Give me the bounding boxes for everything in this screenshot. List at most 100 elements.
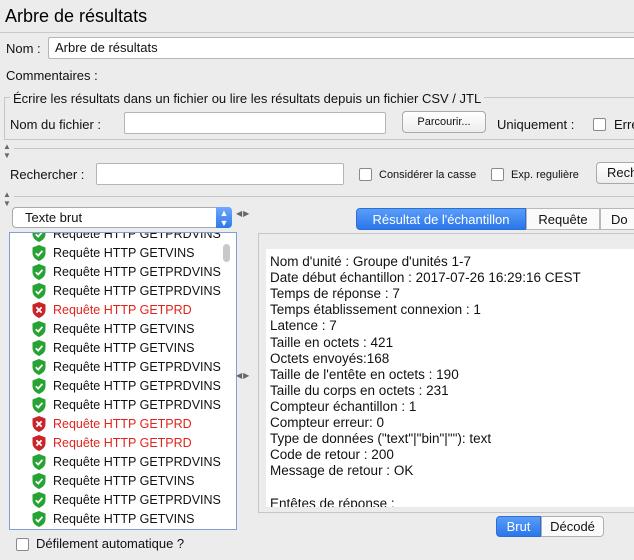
name-label: Nom : — [6, 41, 41, 56]
results-tree[interactable]: Requête HTTP GETPRDVINS Requête HTTP GETV… — [9, 232, 237, 530]
window-title: Arbre de résultats — [5, 6, 148, 26]
success-shield-icon — [32, 491, 53, 508]
tree-item[interactable]: Requête HTTP GETPRDVINS — [32, 490, 221, 509]
result-line: Nom d'unité : Groupe d'unités 1-7 — [270, 254, 472, 269]
tab-response-data[interactable]: Do — [600, 208, 634, 230]
tree-item-label: Requête HTTP GETPRDVINS — [53, 378, 221, 393]
name-input[interactable]: Arbre de résultats — [48, 37, 634, 59]
errors-only-checkbox[interactable] — [593, 118, 606, 131]
tree-item[interactable]: Requête HTTP GETPRDVINS — [32, 395, 221, 414]
decoded-button[interactable]: Décodé — [541, 516, 604, 537]
result-line: Taille de l'entête en octets : 190 — [270, 366, 459, 382]
error-shield-icon — [32, 434, 53, 451]
success-shield-icon — [32, 233, 53, 242]
result-line: Temps de réponse : 7 — [270, 286, 400, 302]
filename-input[interactable] — [124, 112, 386, 134]
tree-item[interactable]: Requête HTTP GETPRDVINS — [32, 232, 221, 243]
tree-item-label: Requête HTTP GETPRDVINS — [53, 359, 221, 374]
tree-item-label: Requête HTTP GETVINS — [53, 473, 195, 488]
success-shield-icon — [32, 263, 53, 280]
result-line: Octets envoyés:168 — [270, 350, 390, 366]
success-shield-icon — [32, 244, 53, 261]
renderer-selected-value: Texte brut — [25, 210, 83, 225]
tab-request[interactable]: Requête — [526, 208, 600, 230]
result-line: Type de données ("text"|"bin"|""): text — [270, 431, 492, 447]
tree-item[interactable]: Requête HTTP GETVINS — [32, 319, 195, 338]
tab-sample-result[interactable]: Résultat de l'échantillon — [356, 208, 526, 230]
renderer-select[interactable]: Texte brut ▲ ▼ — [12, 207, 232, 228]
success-shield-icon — [32, 396, 53, 413]
error-shield-icon — [32, 415, 53, 432]
tree-item-label: Requête HTTP GETPRDVINS — [53, 454, 221, 469]
regex-label: Exp. regulière — [511, 169, 579, 181]
raw-button[interactable]: Brut — [496, 516, 541, 537]
success-shield-icon — [32, 453, 53, 470]
splitter-line-2 — [14, 196, 634, 197]
error-shield-icon — [32, 301, 53, 318]
browse-button[interactable]: Parcourir... — [402, 111, 486, 133]
vertical-splitter-arrows[interactable]: ◀▶ — [236, 210, 250, 218]
success-shield-icon — [32, 320, 53, 337]
sample-result-text[interactable]: Nom d'unité : Groupe d'unités 1-7 Date dé… — [266, 249, 634, 507]
tree-item[interactable]: Requête HTTP GETPRD — [32, 414, 192, 433]
tree-item[interactable]: Requête HTTP GETPRDVINS — [32, 452, 221, 471]
tree-item[interactable]: Requête HTTP GETPRDVINS — [32, 376, 221, 395]
result-line: Latence : 7 — [270, 318, 337, 334]
result-line: Entêtes de réponse : — [270, 495, 395, 508]
errors-only-label: Erre — [614, 117, 634, 132]
comments-input[interactable] — [106, 64, 634, 86]
vertical-splitter-arrows-2[interactable]: ◀▶ — [236, 372, 250, 380]
success-shield-icon — [32, 377, 53, 394]
case-sensitive-checkbox[interactable] — [359, 168, 372, 181]
success-shield-icon — [32, 339, 53, 356]
result-line: Taille en octets : 421 — [270, 334, 394, 350]
comments-label: Commentaires : — [6, 68, 98, 83]
tree-item[interactable]: Requête HTTP GETVINS — [32, 509, 195, 528]
tree-item-label: Requête HTTP GETPRDVINS — [53, 264, 221, 279]
success-shield-icon — [32, 472, 53, 489]
tree-item[interactable]: Requête HTTP GETPRD — [32, 300, 192, 319]
autoscroll-label: Défilement automatique ? — [36, 536, 185, 551]
result-line: Date début échantillon : 2017-07-26 16:2… — [270, 270, 581, 286]
splitter-line — [14, 148, 634, 149]
title-divider — [0, 32, 634, 33]
tree-item[interactable]: Requête HTTP GETVINS — [32, 471, 195, 490]
result-line: Message de retour : OK — [270, 463, 414, 479]
select-arrows-icon: ▲ ▼ — [216, 207, 232, 228]
search-button[interactable]: Rech — [596, 162, 634, 184]
tree-scrollbar-thumb[interactable] — [223, 244, 230, 262]
success-shield-icon — [32, 358, 53, 375]
tree-item-label: Requête HTTP GETPRDVINS — [53, 492, 221, 507]
regex-checkbox[interactable] — [491, 168, 504, 181]
file-group-title: Écrire les résultats dans un fichier ou … — [10, 91, 485, 106]
tree-item-label: Requête HTTP GETVINS — [53, 340, 195, 355]
search-label: Rechercher : — [10, 167, 85, 182]
splitter-arrows[interactable]: ▲ ▼ — [3, 142, 12, 160]
tree-item-label: Requête HTTP GETPRDVINS — [53, 283, 221, 298]
success-shield-icon — [32, 282, 53, 299]
splitter-arrows-2[interactable]: ▲ ▼ — [3, 190, 12, 208]
only-label: Uniquement : — [497, 117, 575, 132]
tree-item[interactable]: Requête HTTP GETPRDVINS — [32, 357, 221, 376]
tree-item-label: Requête HTTP GETPRD — [53, 416, 192, 431]
tree-item[interactable]: Requête HTTP GETPRDVINS — [32, 281, 221, 300]
tree-item-label: Requête HTTP GETPRD — [53, 435, 192, 450]
tree-item[interactable]: Requête HTTP GETPRD — [32, 433, 192, 452]
result-line: Compteur échantillon : 1 — [270, 398, 417, 414]
tree-item-label: Requête HTTP GETPRDVINS — [53, 397, 221, 412]
tree-item-label: Requête HTTP GETVINS — [53, 321, 195, 336]
tree-item-label: Requête HTTP GETVINS — [53, 511, 195, 526]
result-line: Code de retour : 200 — [270, 447, 394, 463]
filename-label: Nom du fichier : — [10, 117, 102, 132]
autoscroll-checkbox[interactable] — [16, 538, 29, 551]
tree-item[interactable]: Requête HTTP GETVINS — [32, 338, 195, 357]
tree-item[interactable]: Requête HTTP GETVINS — [32, 243, 195, 262]
case-sensitive-label: Considérer la casse — [379, 169, 477, 181]
success-shield-icon — [32, 510, 53, 527]
tree-item[interactable]: Requête HTTP GETPRDVINS — [32, 262, 221, 281]
result-line: Taille du corps en octets : 231 — [270, 382, 449, 398]
result-line: Temps établissement connexion : 1 — [270, 302, 481, 318]
result-line: Compteur erreur: 0 — [270, 415, 385, 430]
search-input[interactable] — [96, 163, 344, 185]
tree-item-label: Requête HTTP GETPRDVINS — [53, 232, 221, 241]
